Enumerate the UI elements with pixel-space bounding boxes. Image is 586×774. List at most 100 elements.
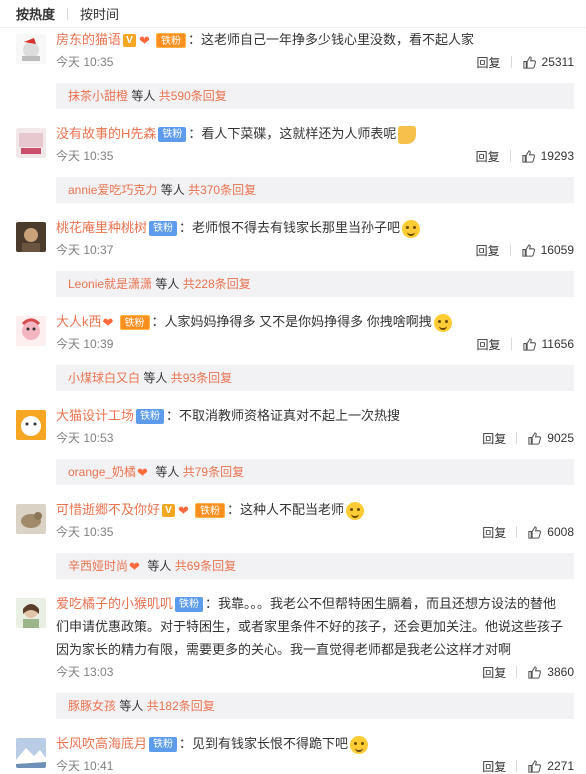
reply-count-link[interactable]: 共182条回复 — [147, 699, 215, 713]
reply-button[interactable]: 回复 — [476, 148, 500, 165]
like-button[interactable]: 25311 — [522, 55, 574, 70]
reply-count-link[interactable]: 共590条回复 — [159, 89, 227, 103]
replies-summary[interactable]: 小煤球白又白 等人 共93条回复 — [56, 365, 574, 391]
reply-etc-label: 等人 — [147, 559, 172, 573]
replies-summary[interactable]: annie爱吃巧克力 等人 共370条回复 — [56, 177, 574, 203]
reply-username[interactable]: Leonie就是潇潇 — [68, 277, 152, 291]
like-count: 11656 — [541, 337, 574, 351]
like-button[interactable]: 9025 — [527, 431, 574, 446]
reply-button[interactable]: 回复 — [482, 430, 506, 447]
fan-badge: 铁粉 — [149, 737, 178, 753]
avatar[interactable] — [16, 598, 46, 628]
reply-username[interactable]: 小煤球白又白 — [68, 371, 140, 385]
reply-count-link[interactable]: 共370条回复 — [188, 183, 256, 197]
comment-username[interactable]: 长风吹高海底月 — [56, 736, 147, 751]
like-button[interactable]: 3860 — [527, 665, 574, 680]
comment-username[interactable]: 没有故事的H先森 — [56, 126, 156, 141]
reply-etc-label: 等人 — [155, 277, 180, 291]
fan-badge: 铁粉 — [136, 409, 165, 425]
replies-summary[interactable]: 抹茶小甜橙 等人 共590条回复 — [56, 83, 574, 109]
like-button[interactable]: 2271 — [527, 759, 574, 774]
replies-summary[interactable]: Leonie就是潇潇 等人 共228条回复 — [56, 271, 574, 297]
avatar[interactable] — [16, 410, 46, 440]
comment-username[interactable]: 可惜逝郷不及你好 — [56, 502, 160, 517]
action-divider — [509, 150, 511, 162]
like-button[interactable]: 6008 — [527, 525, 574, 540]
comment-time: 今天 10:53 — [56, 431, 114, 445]
like-count: 19293 — [540, 149, 574, 163]
reply-username[interactable]: 抹茶小甜橙 — [68, 89, 128, 103]
thumbs-up-icon — [522, 55, 536, 69]
reply-button[interactable]: 回复 — [476, 242, 500, 259]
thumbs-up-icon — [522, 337, 536, 351]
replies-summary[interactable]: 辛西娅时尚 等人 共69条回复 — [56, 553, 574, 579]
avatar[interactable] — [16, 738, 46, 768]
comment-time: 今天 10:35 — [56, 55, 114, 69]
action-divider — [509, 244, 511, 256]
reply-button[interactable]: 回复 — [482, 664, 506, 681]
comment-meta: 今天 13:03 回复 3860 — [56, 663, 574, 681]
thumbs-up-icon — [528, 665, 542, 679]
reply-username[interactable]: 辛西娅时尚 — [68, 559, 128, 573]
reply-count-link[interactable]: 共69条回复 — [175, 559, 236, 573]
tab-sort-time[interactable]: 按时间 — [80, 4, 119, 23]
verified-icon: V — [162, 504, 176, 518]
reply-etc-label: 等人 — [119, 699, 144, 713]
like-count: 3860 — [547, 665, 574, 679]
reply-button[interactable]: 回复 — [482, 524, 506, 541]
reply-etc-label: 等人 — [155, 465, 180, 479]
avatar-image-icon — [16, 316, 46, 346]
thumbs-up-icon — [521, 243, 535, 257]
comment-text: ：这老师自己一年挣多少钱心里没数，看不起人家 — [188, 32, 475, 47]
comment-text: ：看人下菜碟，这就样还为人师表呢 — [188, 126, 397, 141]
comment-text: ：这种人不配当老师 — [227, 502, 345, 517]
comment-username[interactable]: 房东的猫语 — [56, 32, 121, 47]
avatar[interactable] — [16, 128, 46, 158]
avatar[interactable] — [16, 316, 46, 346]
action-divider — [516, 666, 518, 678]
reply-count-link[interactable]: 共228条回复 — [183, 277, 251, 291]
replies-summary[interactable]: 豚豚女孩 等人 共182条回复 — [56, 693, 574, 719]
comment-text: ：老师恨不得去有钱家长那里当孙子吧 — [179, 220, 401, 235]
reply-count-link[interactable]: 共93条回复 — [171, 371, 232, 385]
heart-badge-icon — [137, 466, 151, 479]
comment-time: 今天 10:35 — [56, 149, 114, 163]
reply-button[interactable]: 回复 — [482, 758, 506, 774]
comment-meta: 今天 10:53 回复 9025 — [56, 429, 574, 447]
avatar[interactable] — [16, 504, 46, 534]
like-button[interactable]: 11656 — [522, 337, 574, 352]
smile-emoji-icon — [402, 219, 421, 238]
heart-badge-icon — [103, 316, 117, 329]
like-button[interactable]: 19293 — [521, 149, 574, 164]
heart-badge-icon — [139, 34, 153, 47]
comment-time: 今天 13:03 — [56, 665, 114, 679]
reply-username[interactable]: orange_奶橘 — [68, 465, 136, 479]
comment-meta: 今天 10:35 回复 25311 — [56, 53, 574, 71]
reply-username[interactable]: 豚豚女孩 — [68, 699, 116, 713]
reply-button[interactable]: 回复 — [477, 54, 501, 71]
comment-username[interactable]: 大人k西 — [56, 314, 102, 329]
reply-username[interactable]: annie爱吃巧克力 — [68, 183, 157, 197]
comment-username[interactable]: 桃花庵里种桃树 — [56, 220, 147, 235]
action-divider — [516, 526, 518, 538]
fan-badge: 铁粉 — [175, 597, 204, 613]
tab-sort-hot[interactable]: 按热度 — [16, 4, 55, 23]
action-divider — [510, 56, 512, 68]
comment-time: 今天 10:41 — [56, 759, 114, 773]
avatar[interactable] — [16, 222, 46, 252]
action-divider — [510, 338, 512, 350]
fan-badge: 铁粉 — [195, 503, 226, 519]
comment-username[interactable]: 大猫设计工场 — [56, 408, 134, 423]
comment-username[interactable]: 爱吃橘子的小猴叽叽 — [56, 596, 173, 611]
action-divider — [516, 760, 518, 772]
reply-button[interactable]: 回复 — [477, 336, 501, 353]
comment-text: ：不取消教师资格证真对不起上一次热搜 — [166, 408, 401, 423]
like-button[interactable]: 16059 — [521, 243, 574, 258]
fan-badge: 铁粉 — [119, 315, 150, 331]
smirk-emoji-icon — [433, 313, 452, 332]
thumbs-up-icon — [528, 431, 542, 445]
reply-count-link[interactable]: 共79条回复 — [183, 465, 244, 479]
avatar[interactable] — [16, 34, 46, 64]
replies-summary[interactable]: orange_奶橘 等人 共79条回复 — [56, 459, 574, 485]
like-count: 2271 — [547, 759, 574, 773]
